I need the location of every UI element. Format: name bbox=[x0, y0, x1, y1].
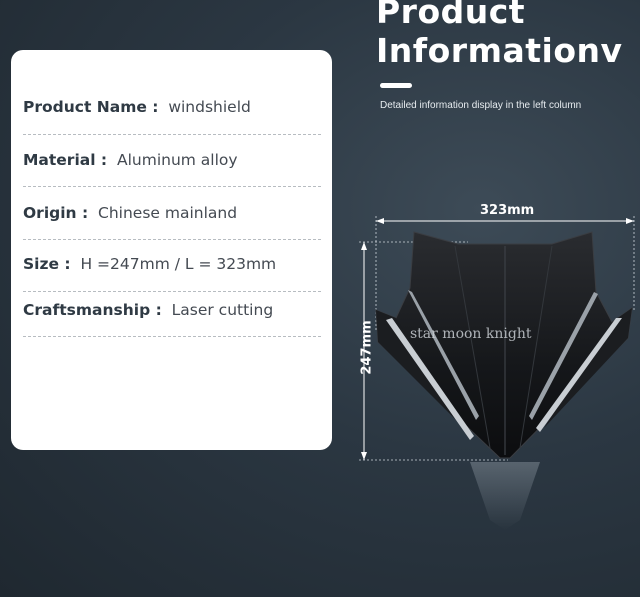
windshield-reflection bbox=[470, 462, 540, 530]
watermark: star moon knight bbox=[410, 326, 532, 342]
windshield-illustration bbox=[359, 216, 635, 530]
width-label: 323mm bbox=[480, 203, 535, 218]
windshield-shape bbox=[375, 231, 633, 459]
height-label: 247mm bbox=[359, 320, 375, 375]
